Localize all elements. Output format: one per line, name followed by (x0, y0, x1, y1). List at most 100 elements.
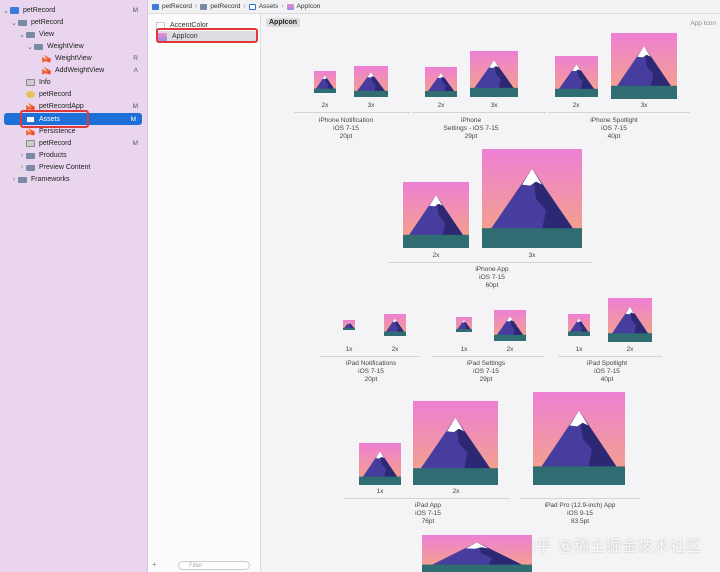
scale-label: 1x (575, 346, 583, 353)
disclosure-open-icon[interactable]: ⌄ (18, 31, 26, 39)
folder-icon (26, 31, 35, 38)
project-icon (152, 3, 159, 10)
icon-group-label-line: iPad Notifications (345, 360, 397, 367)
app-icon-slot[interactable] (568, 314, 590, 336)
icon-group-label-line: iOS 7-15 (358, 368, 384, 375)
nav-item-file-datamodel[interactable]: petRecord M (26, 138, 148, 149)
icon-group-label-line: iPad Pro (12.9-inch) App (544, 502, 616, 509)
folder-icon (34, 43, 43, 50)
breadcrumb-label: Assets (258, 3, 279, 10)
project-navigator: ⌄ petRecord M ⌄ petRecord ⌄ View ⌄ Weigh… (0, 0, 148, 572)
app-icon-slot[interactable] (343, 320, 355, 330)
app-icon-slot[interactable] (608, 298, 652, 342)
app-icon-slot[interactable] (533, 392, 625, 485)
nav-item-group-products[interactable]: › Products (18, 150, 148, 161)
icon-group-label-line: iPhone App (475, 266, 509, 273)
nav-item-group-petrecord[interactable]: ⌄ petRecord (10, 17, 148, 28)
jump-bar: petRecord › petRecord › Assets › AppIcon (148, 0, 720, 14)
app-icon-slot[interactable] (470, 51, 518, 97)
scale-label: 2x (437, 102, 445, 109)
app-icon-slot[interactable] (482, 149, 582, 248)
nav-item-label: Info (39, 79, 51, 86)
breadcrumb-label: petRecord (210, 3, 241, 10)
nav-item-project[interactable]: ⌄ petRecord M (2, 5, 148, 16)
disclosure-closed-icon[interactable]: › (18, 164, 26, 171)
nav-item-file-addweightview[interactable]: AddWeightView A (42, 65, 148, 76)
group-divider (412, 112, 546, 113)
breadcrumb-item-assets[interactable]: Assets (248, 3, 279, 10)
source-control-badge: M (130, 115, 136, 123)
nav-item-group-view[interactable]: ⌄ View (18, 29, 148, 40)
nav-item-label: View (39, 31, 55, 38)
icon-group-label-line: 40pt (607, 133, 621, 140)
scale-label: 3x (367, 102, 375, 109)
add-icon[interactable]: + (152, 560, 157, 569)
nav-item-file-entitlements[interactable]: petRecord (26, 89, 148, 100)
icon-group-label-line: 20pt (339, 133, 353, 140)
group-divider (294, 112, 410, 113)
app-icon-slot[interactable] (359, 443, 401, 485)
app-icon-slot[interactable] (494, 310, 526, 341)
app-icon-slot[interactable] (555, 56, 598, 97)
data-model-icon (26, 140, 35, 147)
scale-label: 3x (490, 102, 498, 109)
icon-group-label: iPad App iOS 7-15 76pt (368, 502, 488, 526)
group-divider (320, 356, 420, 357)
icon-group-label: iPhone Notification iOS 7-15 20pt (286, 117, 406, 141)
icon-group-label-line: iPhone Spotlight (590, 117, 638, 124)
asset-list-panel: AccentColor AppIcon + Filter (148, 14, 261, 572)
icon-group-label-line: 29pt (479, 376, 493, 383)
app-icon-slot[interactable] (425, 67, 457, 97)
app-icon-slot[interactable] (413, 401, 498, 485)
icon-group-label-line: iOS 7-15 (479, 274, 505, 281)
app-icon-slot[interactable] (611, 33, 677, 99)
swift-file-icon (42, 67, 51, 75)
nav-item-group-preview-content[interactable]: › Preview Content (18, 162, 148, 173)
icon-group-label-line: iOS 7-15 (601, 125, 627, 132)
disclosure-open-icon[interactable]: ⌄ (2, 7, 10, 15)
project-icon (10, 7, 19, 14)
nav-item-label: Persistence (39, 128, 76, 135)
swift-file-icon (42, 55, 51, 63)
nav-item-file-info[interactable]: Info (26, 77, 148, 88)
disclosure-open-icon[interactable]: ⌄ (10, 19, 18, 27)
disclosure-closed-icon[interactable]: › (18, 152, 26, 159)
nav-item-file-weightview[interactable]: WeightView R (42, 53, 148, 64)
folder-icon (18, 176, 27, 183)
scale-label: 2x (506, 346, 514, 353)
chevron-right-icon: › (281, 3, 284, 10)
disclosure-open-icon[interactable]: ⌄ (26, 43, 34, 51)
breadcrumb-label: petRecord (162, 3, 192, 10)
chevron-right-icon: › (243, 3, 246, 10)
nav-item-group-frameworks[interactable]: › Frameworks (10, 174, 148, 185)
scale-label: 2x (432, 252, 440, 259)
app-icon-slot[interactable] (403, 182, 469, 248)
nav-item-label: Preview Content (39, 164, 91, 171)
nav-item-label: petRecord (39, 91, 72, 98)
app-icon-slot[interactable] (456, 317, 472, 332)
breadcrumb-item-appicon[interactable]: AppIcon (286, 3, 320, 10)
scale-label: 1x (345, 346, 353, 353)
icon-group-label-line: iPhone Notification (318, 117, 374, 124)
source-control-badge: R (133, 55, 138, 62)
app-icon-slot[interactable] (314, 71, 336, 93)
chevron-right-icon: › (195, 3, 198, 10)
icon-group-label: iPhone Spotlight iOS 7-15 40pt (554, 117, 674, 141)
app-icon-slot[interactable] (384, 314, 406, 336)
breadcrumb-item-project[interactable]: petRecord (152, 3, 192, 10)
scale-label: 2x (626, 346, 634, 353)
scale-label: 3x (528, 252, 536, 259)
app-icon-slot[interactable] (422, 535, 532, 572)
nav-item-label: WeightView (55, 55, 92, 62)
nav-item-group-weightview[interactable]: ⌄ WeightView (26, 41, 148, 52)
folder-icon (26, 164, 35, 171)
app-icon-slot[interactable] (354, 66, 388, 97)
nav-item-file-persistence[interactable]: Persistence (26, 126, 148, 137)
disclosure-closed-icon[interactable]: › (10, 176, 18, 183)
icon-group-label-line: iPad Settings (466, 360, 506, 367)
icon-group-label-line: Settings - iOS 7-15 (443, 125, 499, 132)
nav-item-label: Products (39, 152, 67, 159)
filter-input[interactable]: Filter (178, 561, 250, 570)
breadcrumb-item-group[interactable]: petRecord (200, 3, 240, 10)
icon-group-label-line: 40pt (600, 376, 614, 383)
